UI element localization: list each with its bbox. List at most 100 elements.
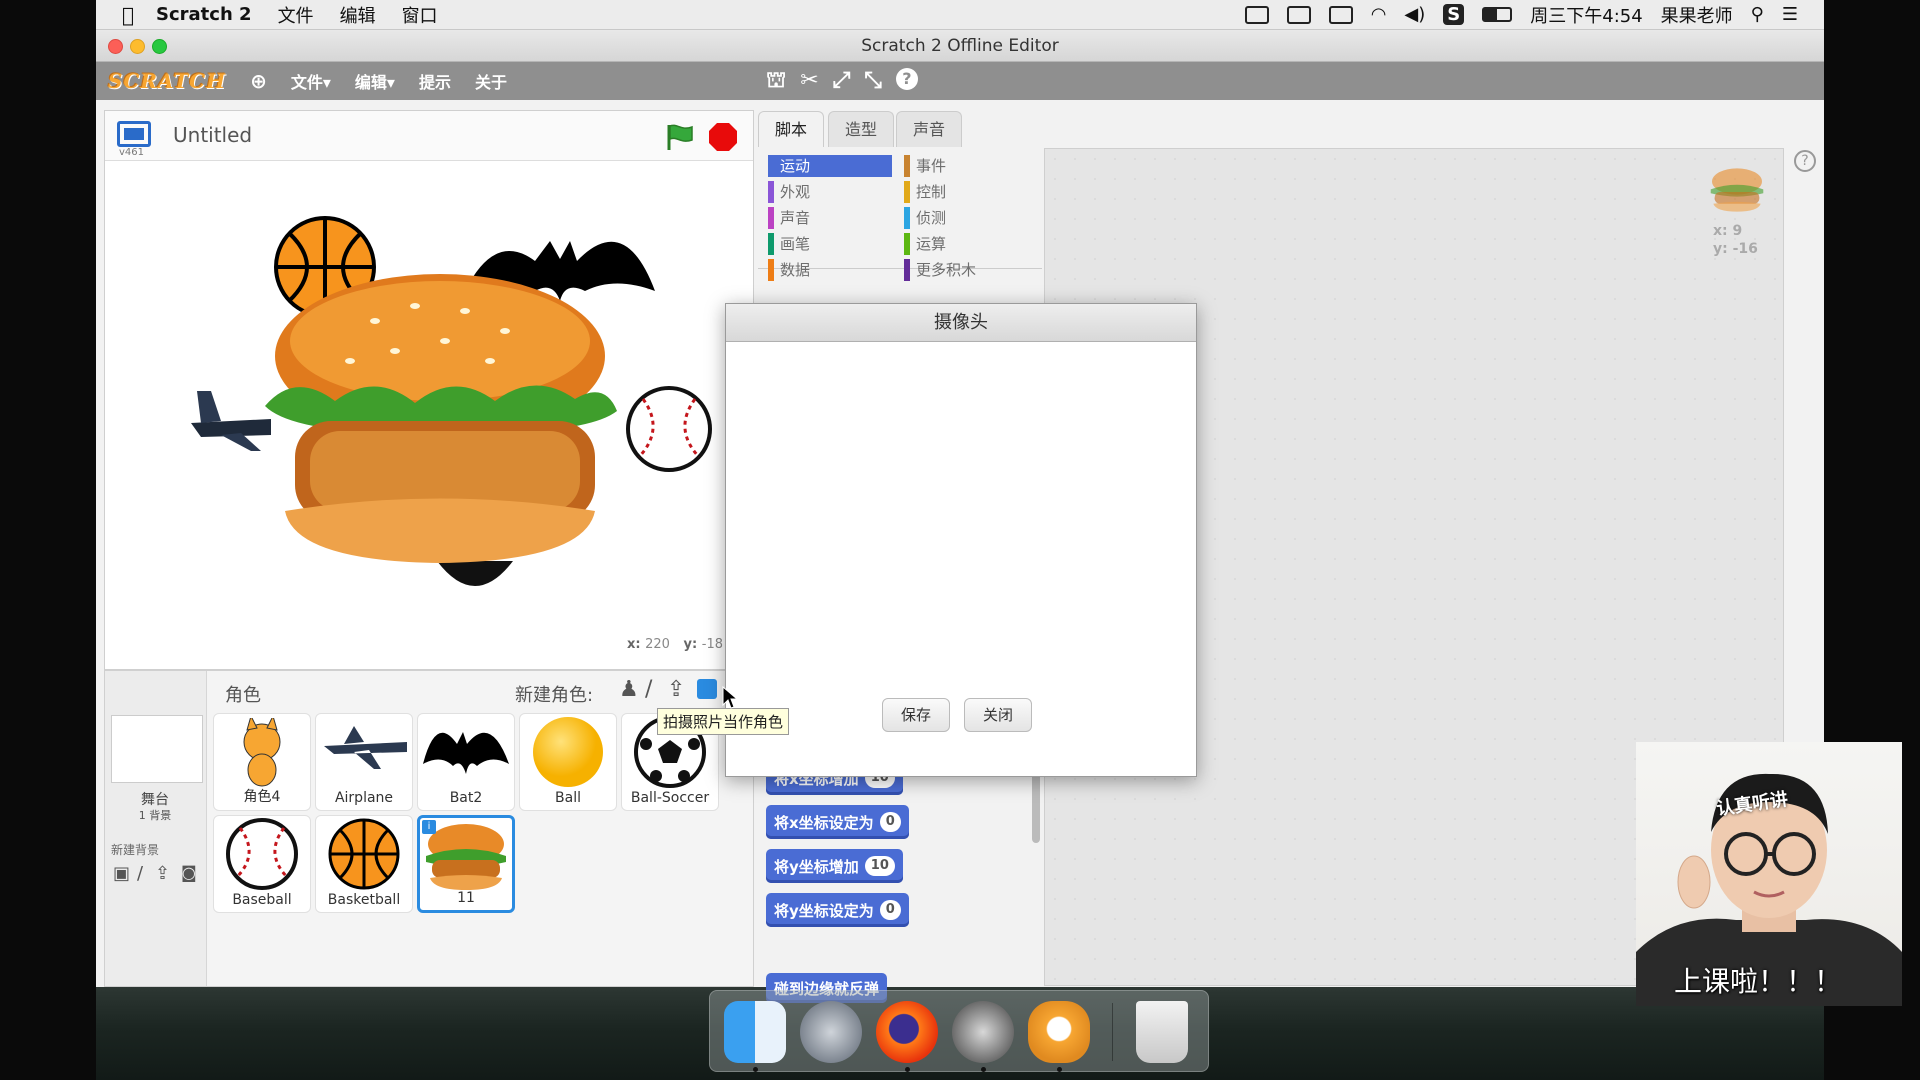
launchpad-icon[interactable]	[800, 1001, 862, 1063]
block-change-y[interactable]: 将y坐标增加 10	[766, 849, 903, 883]
desktop-left	[0, 0, 96, 1080]
current-sprite-thumbnail	[1710, 168, 1764, 212]
backdrop-paint-icon[interactable]: /	[137, 863, 143, 884]
finder-running-indicator	[753, 1067, 758, 1072]
video-editor-icon[interactable]	[952, 1001, 1014, 1063]
category-sound[interactable]: 声音	[768, 207, 892, 229]
backdrop-library-icon[interactable]: ▣	[113, 863, 130, 884]
duplicate-stamp-icon[interactable]: ⛫	[766, 68, 786, 96]
window-titlebar: Scratch 2 Offline Editor	[96, 30, 1824, 62]
category-control[interactable]: 控制	[904, 181, 1028, 203]
version-label: v461	[119, 147, 145, 158]
close-button[interactable]: 关闭	[964, 698, 1032, 732]
menu-window[interactable]: 窗口	[402, 2, 438, 28]
stage-header: v461 Untitled	[105, 111, 753, 161]
video-editor-running-indicator	[981, 1067, 986, 1072]
sprite-label: Baseball	[232, 892, 292, 908]
scratch-logo[interactable]: SCRATCH	[108, 69, 226, 93]
sprite-upload-icon[interactable]: ⇪	[667, 677, 685, 702]
grow-icon[interactable]: ⤢	[833, 68, 851, 96]
mouse-x-value: 220	[645, 637, 670, 652]
sprite-library-icon[interactable]: ♟	[619, 677, 639, 702]
menu-file[interactable]: 文件	[278, 2, 314, 28]
sprite-camera-icon[interactable]	[697, 679, 717, 699]
ball-thumbnail	[533, 717, 603, 787]
trash-icon[interactable]	[1136, 1001, 1188, 1063]
scripts-help-icon[interactable]: ?	[1794, 150, 1816, 172]
shrink-icon[interactable]: ⤡	[864, 68, 882, 96]
block-set-y[interactable]: 将y坐标设定为 0	[766, 893, 909, 927]
toolbar-about[interactable]: 关于	[475, 69, 507, 93]
backdrop-camera-icon[interactable]: ◙	[181, 863, 197, 882]
category-pen[interactable]: 画笔	[768, 233, 892, 255]
stage-thumbnail[interactable]	[111, 715, 203, 783]
sprites-title: 角色	[225, 685, 261, 706]
notification-center-icon[interactable]: ☰	[1782, 4, 1798, 25]
stop-sign-icon[interactable]	[709, 123, 737, 151]
mac-dock	[709, 990, 1209, 1072]
minimize-window-button[interactable]	[130, 39, 145, 54]
sprite-card-bat[interactable]: Bat2	[417, 713, 515, 811]
save-button[interactable]: 保存	[882, 698, 950, 732]
language-globe-icon[interactable]: ⊕	[250, 69, 267, 93]
baseball-sprite[interactable]	[625, 385, 713, 473]
category-motion[interactable]: 运动	[768, 155, 892, 177]
user-name[interactable]: 果果老师	[1661, 2, 1733, 28]
presentation-mode-icon[interactable]	[117, 121, 151, 147]
close-window-button[interactable]	[108, 39, 123, 54]
airplay-icon[interactable]	[1328, 5, 1353, 24]
tab-sounds[interactable]: 声音	[896, 111, 962, 147]
finder-icon[interactable]	[724, 1001, 786, 1063]
category-looks[interactable]: 外观	[768, 181, 892, 203]
wifi-icon[interactable]: ◠	[1371, 4, 1387, 25]
firefox-running-indicator	[905, 1067, 910, 1072]
toolbar-file-menu[interactable]: 文件▾	[291, 69, 331, 93]
category-sensing[interactable]: 侦测	[904, 207, 1028, 229]
category-operators[interactable]: 运算	[904, 233, 1028, 255]
mouse-coordinates: x: 220 y: -18	[627, 637, 723, 652]
tab-costumes[interactable]: 造型	[828, 111, 894, 147]
sprite-info-icon[interactable]: i	[422, 820, 436, 834]
sprite-card-airplane[interactable]: Airplane	[315, 713, 413, 811]
burger-thumbnail	[426, 824, 506, 890]
category-data[interactable]: 数据	[768, 259, 892, 281]
category-events[interactable]: 事件	[904, 155, 1028, 177]
toolbar-tips[interactable]: 提示	[419, 69, 451, 93]
screen-record-icon[interactable]	[1244, 5, 1269, 24]
scratch-window: Scratch 2 Offline Editor SCRATCH ⊕ 文件▾ 编…	[96, 30, 1902, 1006]
volume-icon[interactable]: ◀)	[1404, 4, 1425, 25]
battery-icon[interactable]	[1482, 7, 1513, 22]
firefox-icon[interactable]	[876, 1001, 938, 1063]
sprite-card-baseball[interactable]: Baseball	[213, 815, 311, 913]
category-more-blocks[interactable]: 更多积木	[904, 259, 1028, 281]
baseball-thumbnail	[226, 818, 298, 890]
sprite-card-ball[interactable]: Ball	[519, 713, 617, 811]
sprite-label: 11	[457, 890, 475, 906]
help-icon[interactable]: ?	[895, 68, 918, 90]
scratch-cat-icon[interactable]	[1028, 1001, 1090, 1063]
mac-menubar:  Scratch 2 文件 编辑 窗口 ◠ ◀) S 周三下午4:54 果果老…	[96, 0, 1824, 30]
menu-app-name[interactable]: Scratch 2	[156, 4, 252, 25]
sprite-paint-icon[interactable]: /	[645, 677, 652, 702]
sprite-card-basketball[interactable]: Basketball	[315, 815, 413, 913]
delete-scissors-icon[interactable]: ✂	[800, 68, 818, 96]
menu-edit[interactable]: 编辑	[340, 2, 376, 28]
project-title[interactable]: Untitled	[173, 123, 252, 147]
sprite-card-burger-selected[interactable]: i 11	[417, 815, 515, 913]
tab-scripts[interactable]: 脚本	[758, 111, 824, 147]
burger-sprite[interactable]	[255, 271, 625, 571]
apple-icon[interactable]: 	[122, 3, 134, 27]
zoom-window-button[interactable]	[152, 39, 167, 54]
backdrop-upload-icon[interactable]: ⇪	[155, 863, 170, 884]
toolbar-edit-menu[interactable]: 编辑▾	[355, 69, 395, 93]
stage-canvas[interactable]	[105, 161, 753, 631]
clock[interactable]: 周三下午4:54	[1530, 2, 1642, 28]
block-set-x[interactable]: 将x坐标设定为 0	[766, 805, 909, 839]
s-app-icon[interactable]: S	[1443, 4, 1465, 25]
grid-icon[interactable]	[1286, 5, 1311, 24]
spotlight-icon[interactable]: ⚲	[1751, 4, 1764, 25]
sprite-x-readout: x: 9	[1713, 223, 1743, 239]
sprite-card-cat[interactable]: 角色4	[213, 713, 311, 811]
scratch-running-indicator	[1057, 1067, 1062, 1072]
green-flag-icon[interactable]	[665, 123, 695, 151]
